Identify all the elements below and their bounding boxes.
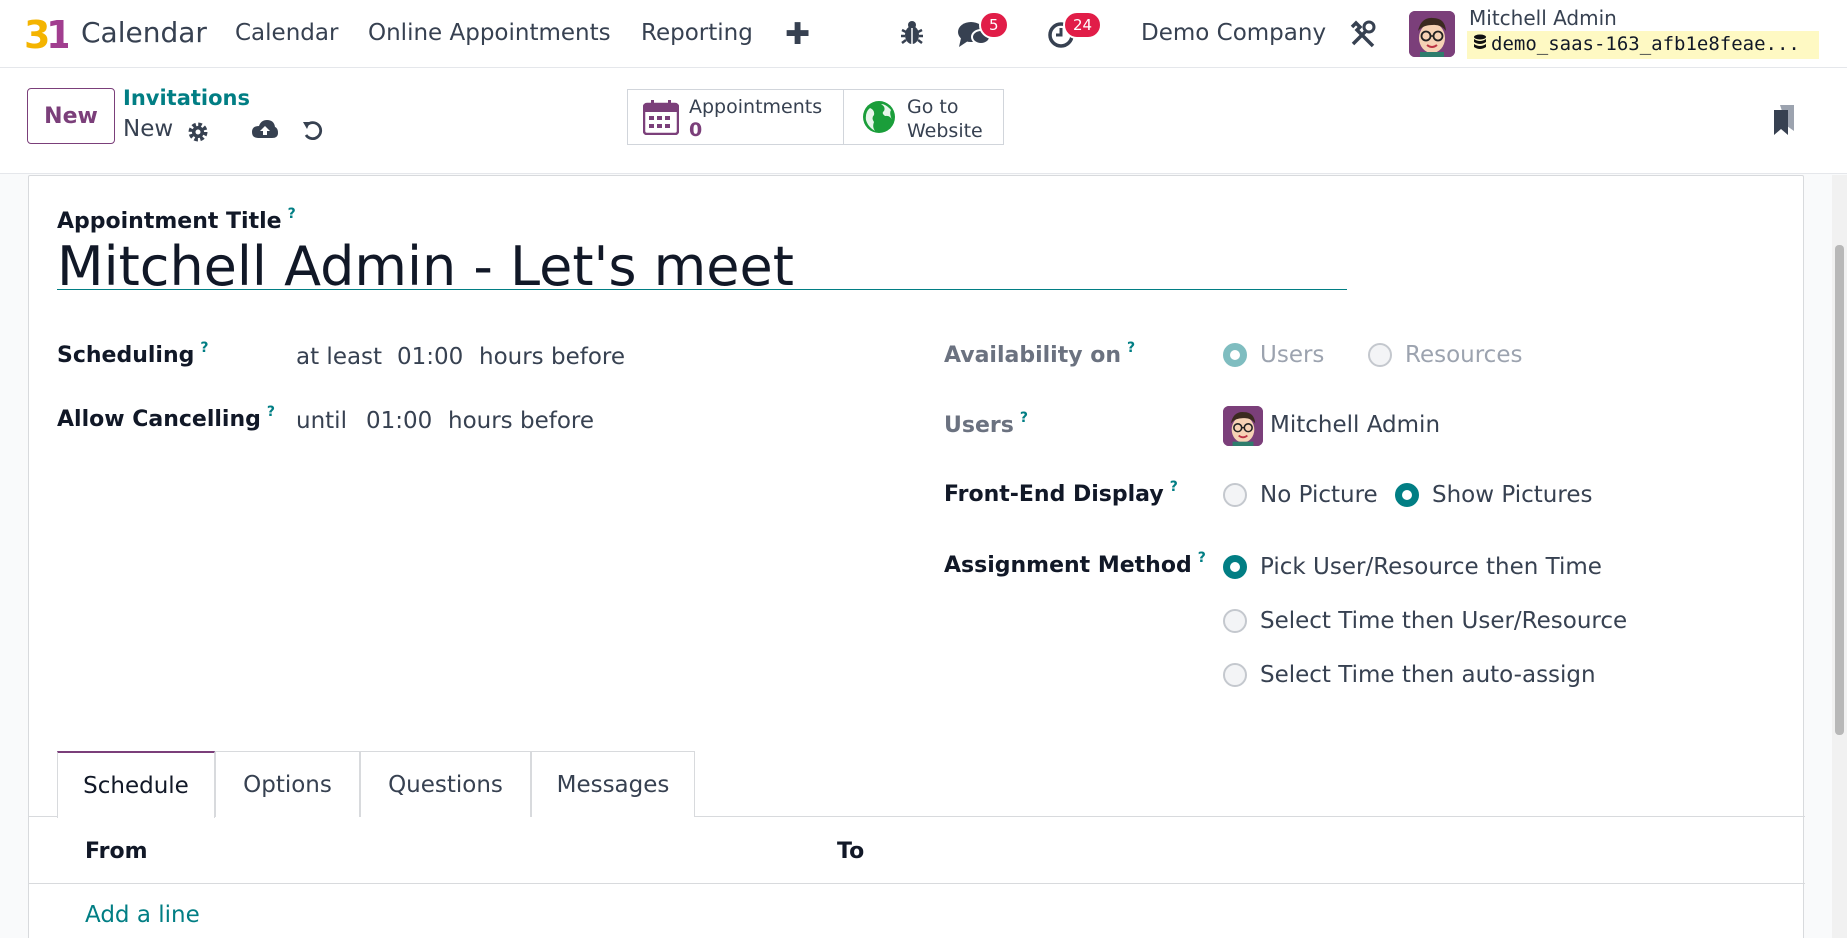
radio-show-pictures[interactable] [1395, 483, 1419, 507]
calendar-icon [643, 100, 679, 135]
calendar-app-logo[interactable]: 3 1 [24, 14, 68, 54]
radio-no-picture[interactable] [1223, 483, 1247, 507]
discard-undo-icon[interactable] [301, 119, 325, 143]
scrollbar-thumb[interactable] [1835, 245, 1844, 735]
breadcrumb-invitations[interactable]: Invitations [123, 86, 250, 110]
radio-select-time-auto-assign[interactable] [1223, 663, 1247, 687]
radio-select-time-then-user[interactable] [1223, 609, 1247, 633]
cancelling-suffix: hours before [448, 408, 594, 434]
radio-availability-resources[interactable] [1368, 343, 1392, 367]
save-cloud-icon[interactable] [251, 118, 279, 142]
help-tooltip[interactable]: ? [1020, 410, 1028, 426]
column-header-to[interactable]: To [837, 839, 864, 864]
tab-schedule[interactable]: Schedule [57, 751, 215, 818]
assignment-method-label: Assignment Method? [944, 550, 1206, 578]
add-a-line-link[interactable]: Add a line [85, 902, 200, 928]
allow-cancelling-label: Allow Cancelling? [57, 404, 275, 432]
database-name-text: demo_saas-163_afb1e8feae... [1491, 33, 1800, 55]
help-tooltip[interactable]: ? [267, 404, 275, 420]
availability-resources-label: Resources [1405, 342, 1523, 368]
svg-text:1: 1 [46, 14, 68, 54]
no-picture-label: No Picture [1260, 482, 1378, 508]
help-tooltip[interactable]: ? [1198, 550, 1206, 566]
company-switcher[interactable]: Demo Company [1141, 20, 1326, 46]
scheduling-suffix: hours before [479, 344, 625, 370]
user-name[interactable]: Mitchell Admin [1469, 6, 1617, 30]
control-panel: New Invitations New Appointments 0 Go to… [0, 68, 1847, 174]
appointment-title-label: Appointment Title? [57, 206, 296, 234]
select-time-auto-assign-label: Select Time then auto-assign [1260, 662, 1596, 688]
radio-availability-users[interactable] [1223, 343, 1247, 367]
menu-calendar[interactable]: Calendar [235, 20, 338, 46]
scheduling-prefix: at least [296, 344, 383, 370]
database-name: demo_saas-163_afb1e8feae... [1467, 31, 1819, 59]
help-tooltip[interactable]: ? [1170, 479, 1178, 495]
scheduling-label: Scheduling? [57, 340, 209, 368]
front-end-display-label: Front-End Display? [944, 479, 1178, 507]
cancelling-prefix: until [296, 408, 347, 434]
avatar-face-icon [1223, 406, 1263, 446]
scheduling-time-input[interactable]: 01:00 [397, 344, 463, 370]
appointment-title-input[interactable]: Mitchell Admin - Let's meet [57, 240, 1347, 294]
tab-options[interactable]: Options [215, 751, 360, 817]
select-time-then-user-label: Select Time then User/Resource [1260, 608, 1628, 634]
bookmark-icon[interactable] [1772, 104, 1796, 136]
activities-badge: 24 [1063, 11, 1103, 39]
users-label: Users? [944, 410, 1028, 438]
record-name: New [123, 116, 174, 142]
top-navbar: 3 1 Calendar Calendar Online Appointment… [0, 0, 1847, 68]
user-avatar[interactable] [1409, 11, 1455, 57]
messages-badge: 5 [979, 11, 1009, 39]
gear-icon[interactable] [186, 120, 210, 144]
form-sheet: Appointment Title? Mitchell Admin - Let'… [28, 175, 1805, 938]
scrollbar[interactable] [1832, 175, 1847, 938]
help-tooltip[interactable]: ? [288, 206, 296, 222]
app-name[interactable]: Calendar [81, 16, 207, 49]
website-label: Website [907, 120, 983, 142]
database-icon [1474, 34, 1486, 49]
go-to-website-button[interactable]: Go to Website [843, 89, 1004, 145]
appointments-label: Appointments [689, 96, 823, 118]
appointments-smart-button[interactable]: Appointments 0 [627, 89, 844, 145]
debug-tools-icon[interactable] [1349, 20, 1377, 48]
column-header-from[interactable]: From [85, 839, 148, 864]
availability-users-label: Users [1260, 342, 1325, 368]
radio-pick-user-then-time[interactable] [1223, 555, 1247, 579]
pick-user-then-time-label: Pick User/Resource then Time [1260, 554, 1602, 580]
new-button[interactable]: New [27, 88, 115, 144]
appointments-count: 0 [689, 119, 703, 141]
bug-icon[interactable] [900, 20, 924, 46]
plus-icon[interactable]: ✚ [785, 17, 810, 52]
tab-questions[interactable]: Questions [360, 751, 531, 817]
avatar-face-icon [1409, 11, 1455, 57]
show-pictures-label: Show Pictures [1432, 482, 1593, 508]
menu-online-appointments[interactable]: Online Appointments [368, 20, 611, 46]
help-tooltip[interactable]: ? [200, 340, 208, 356]
table-header-divider [29, 883, 1805, 884]
availability-on-label: Availability on? [944, 340, 1136, 368]
users-tag[interactable]: Mitchell Admin [1270, 412, 1440, 438]
user-tag-avatar [1223, 406, 1263, 446]
menu-reporting[interactable]: Reporting [641, 20, 753, 46]
tab-messages[interactable]: Messages [531, 751, 695, 817]
notebook-tabs: Schedule Options Questions Messages [29, 751, 1805, 818]
globe-icon [863, 101, 895, 133]
go-to-label: Go to [907, 96, 959, 118]
cancelling-time-input[interactable]: 01:00 [366, 408, 432, 434]
help-tooltip[interactable]: ? [1127, 340, 1135, 356]
